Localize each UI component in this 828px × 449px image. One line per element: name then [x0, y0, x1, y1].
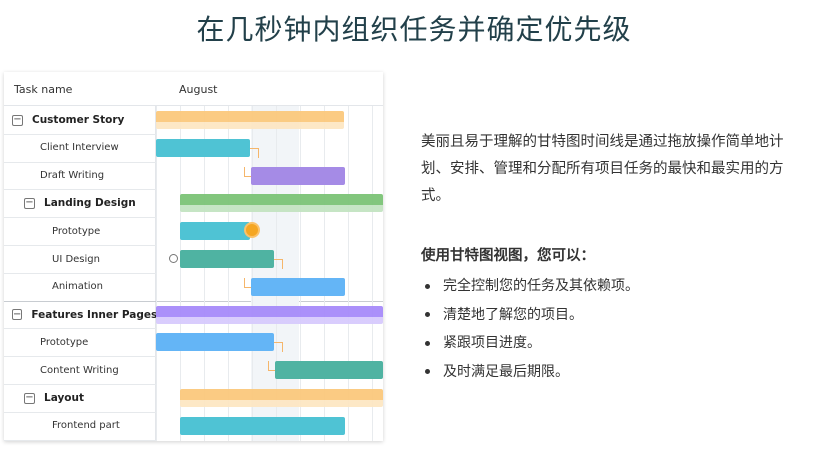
dependency-link[interactable] [244, 277, 245, 287]
month-column-header: August [179, 83, 218, 96]
feature-item: 及时满足最后期限。 [421, 358, 639, 387]
content-writing-bar[interactable] [275, 361, 383, 380]
dependency-link[interactable] [274, 342, 282, 344]
row-label: UI Design [52, 253, 100, 265]
row-label: Customer Story [32, 114, 125, 126]
dependency-link[interactable] [268, 361, 269, 371]
feature-list: 完全控制您的任务及其依赖项。 清楚地了解您的项目。 紧跟项目进度。及时满足最后期限。 [421, 272, 639, 386]
feature-item: 清楚地了解您的项目。 [421, 301, 639, 330]
dependency-link[interactable] [244, 166, 245, 176]
dependency-link[interactable] [282, 342, 283, 353]
gantt-task-row[interactable]: Animation [4, 273, 156, 301]
bullet-icon [425, 340, 430, 346]
dependency-link[interactable] [274, 259, 282, 260]
draft-writing-bar[interactable] [251, 166, 345, 185]
features-subhead: 使用甘特图视图，您可以： [421, 248, 595, 264]
dependency-link[interactable] [244, 175, 251, 177]
prototype-bar[interactable] [180, 222, 250, 241]
gantt-task-row[interactable]: Prototype [4, 217, 156, 245]
dependency-link[interactable] [258, 147, 259, 158]
gantt-timeline [156, 106, 383, 441]
task-grid: − Customer Story Client Interview Draft Wri… [4, 106, 383, 441]
gantt-task-row[interactable]: Prototype [4, 328, 156, 356]
feature-item: 紧跟项目进度。 [421, 329, 639, 358]
dependency-link[interactable] [244, 286, 251, 288]
feature-text: 及时满足最后期限。 [443, 363, 569, 380]
row-divider [4, 439, 156, 441]
bullet-icon [425, 369, 430, 375]
gantt-task-row[interactable]: Frontend part [4, 412, 156, 440]
feature-text: 清楚地了解您的项目。 [443, 306, 583, 323]
bullet-icon [425, 283, 430, 289]
gantt-chart: Task name August − Customer Story Client I… [4, 72, 383, 441]
gantt-group-row[interactable]: − Layout [4, 384, 156, 412]
collapse-toggle-icon[interactable]: − [12, 114, 23, 126]
features-inner-pages-summary-bar[interactable] [156, 305, 383, 324]
collapse-toggle-icon[interactable]: − [12, 309, 23, 321]
gantt-task-row[interactable]: Draft Writing [4, 162, 156, 190]
page-headline: 在几秒钟内组织任务并确定优先级 [196, 13, 632, 46]
row-label: Layout [44, 392, 85, 404]
feature-item: 完全控制您的任务及其依赖项。 [421, 272, 639, 301]
gantt-task-row[interactable]: UI Design [4, 245, 156, 273]
gantt-group-row[interactable]: − Features Inner Pages [4, 301, 158, 329]
dependency-link[interactable] [250, 147, 258, 149]
prototype-2-bar[interactable] [156, 333, 274, 352]
gantt-task-row[interactable]: Client Interview [4, 134, 156, 162]
description-text: 美丽且易于理解的甘特图时间线是通过拖放操作简单地计划、安排、管理和分配所有项目任… [421, 134, 784, 204]
link-connector-point[interactable] [169, 254, 178, 263]
gantt-group-row[interactable]: − Customer Story [4, 106, 156, 134]
row-label: Content Writing [40, 364, 119, 376]
bullet-icon [425, 312, 430, 318]
row-label: Landing Design [44, 197, 136, 210]
landing-design-summary-bar[interactable] [180, 194, 383, 213]
gantt-group-row[interactable]: − Landing Design [4, 189, 156, 217]
task-name-column-header[interactable]: Task name [14, 83, 72, 96]
row-label: Prototype [40, 336, 89, 348]
ui-design-bar[interactable] [180, 250, 274, 268]
row-label: Frontend part [52, 420, 120, 432]
feature-text: 紧跟项目进度。 [443, 335, 541, 351]
row-label: Client Interview [40, 142, 119, 154]
gantt-task-row[interactable]: Content Writing [4, 356, 156, 384]
animation-bar[interactable] [251, 277, 345, 296]
frontend-part-bar[interactable] [180, 416, 345, 435]
gantt-header: Task name August [4, 72, 383, 106]
row-label: Prototype [52, 225, 101, 237]
collapse-toggle-icon[interactable]: − [24, 197, 35, 209]
dependency-link[interactable] [282, 259, 283, 269]
customer-story-summary-bar[interactable] [156, 111, 344, 129]
row-label: Draft Writing [40, 170, 105, 182]
layout-summary-bar[interactable] [180, 389, 383, 407]
collapse-toggle-icon[interactable]: − [24, 392, 35, 404]
dependency-link[interactable] [268, 370, 275, 372]
row-label: Features Inner Pages [31, 308, 158, 321]
feature-text: 完全控制您的任务及其依赖项。 [443, 278, 639, 294]
client-interview-bar[interactable] [156, 138, 250, 157]
row-label: Animation [52, 281, 103, 293]
